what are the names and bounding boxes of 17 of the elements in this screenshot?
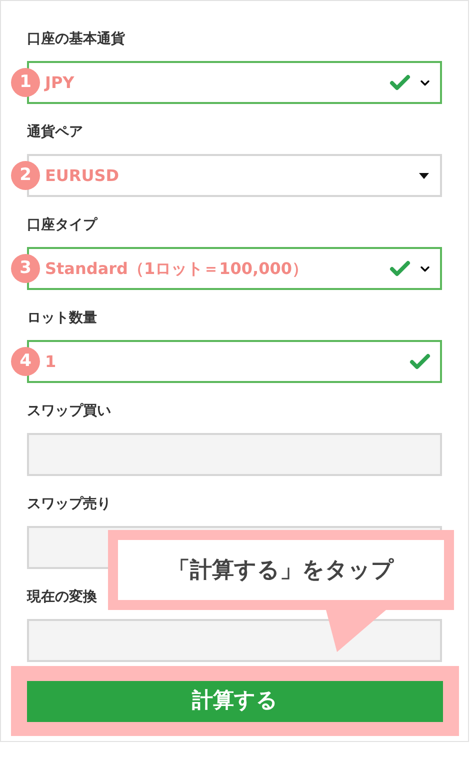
field-label: 口座タイプ	[27, 216, 97, 235]
field-label: ロット数量	[27, 309, 97, 328]
output-field[interactable]	[27, 433, 442, 476]
step-badge: 3	[11, 254, 40, 283]
field-label: 現在の変換	[27, 588, 97, 607]
field-label: 通貨ペア	[27, 123, 83, 142]
step-badge: 2	[11, 161, 40, 190]
caret-icon	[419, 172, 429, 178]
output-field[interactable]	[27, 619, 442, 662]
field-label: スワップ売り	[27, 495, 111, 514]
step-badge: 4	[11, 347, 40, 376]
callout-tooltip: 「計算する」をタップ	[108, 530, 454, 610]
step-badge: 1	[11, 68, 40, 97]
field-label: 口座の基本通貨	[27, 30, 125, 49]
callout-tail	[326, 610, 386, 652]
calculate-button[interactable]: 計算する	[27, 680, 443, 722]
field-label: スワップ買い	[27, 402, 111, 421]
